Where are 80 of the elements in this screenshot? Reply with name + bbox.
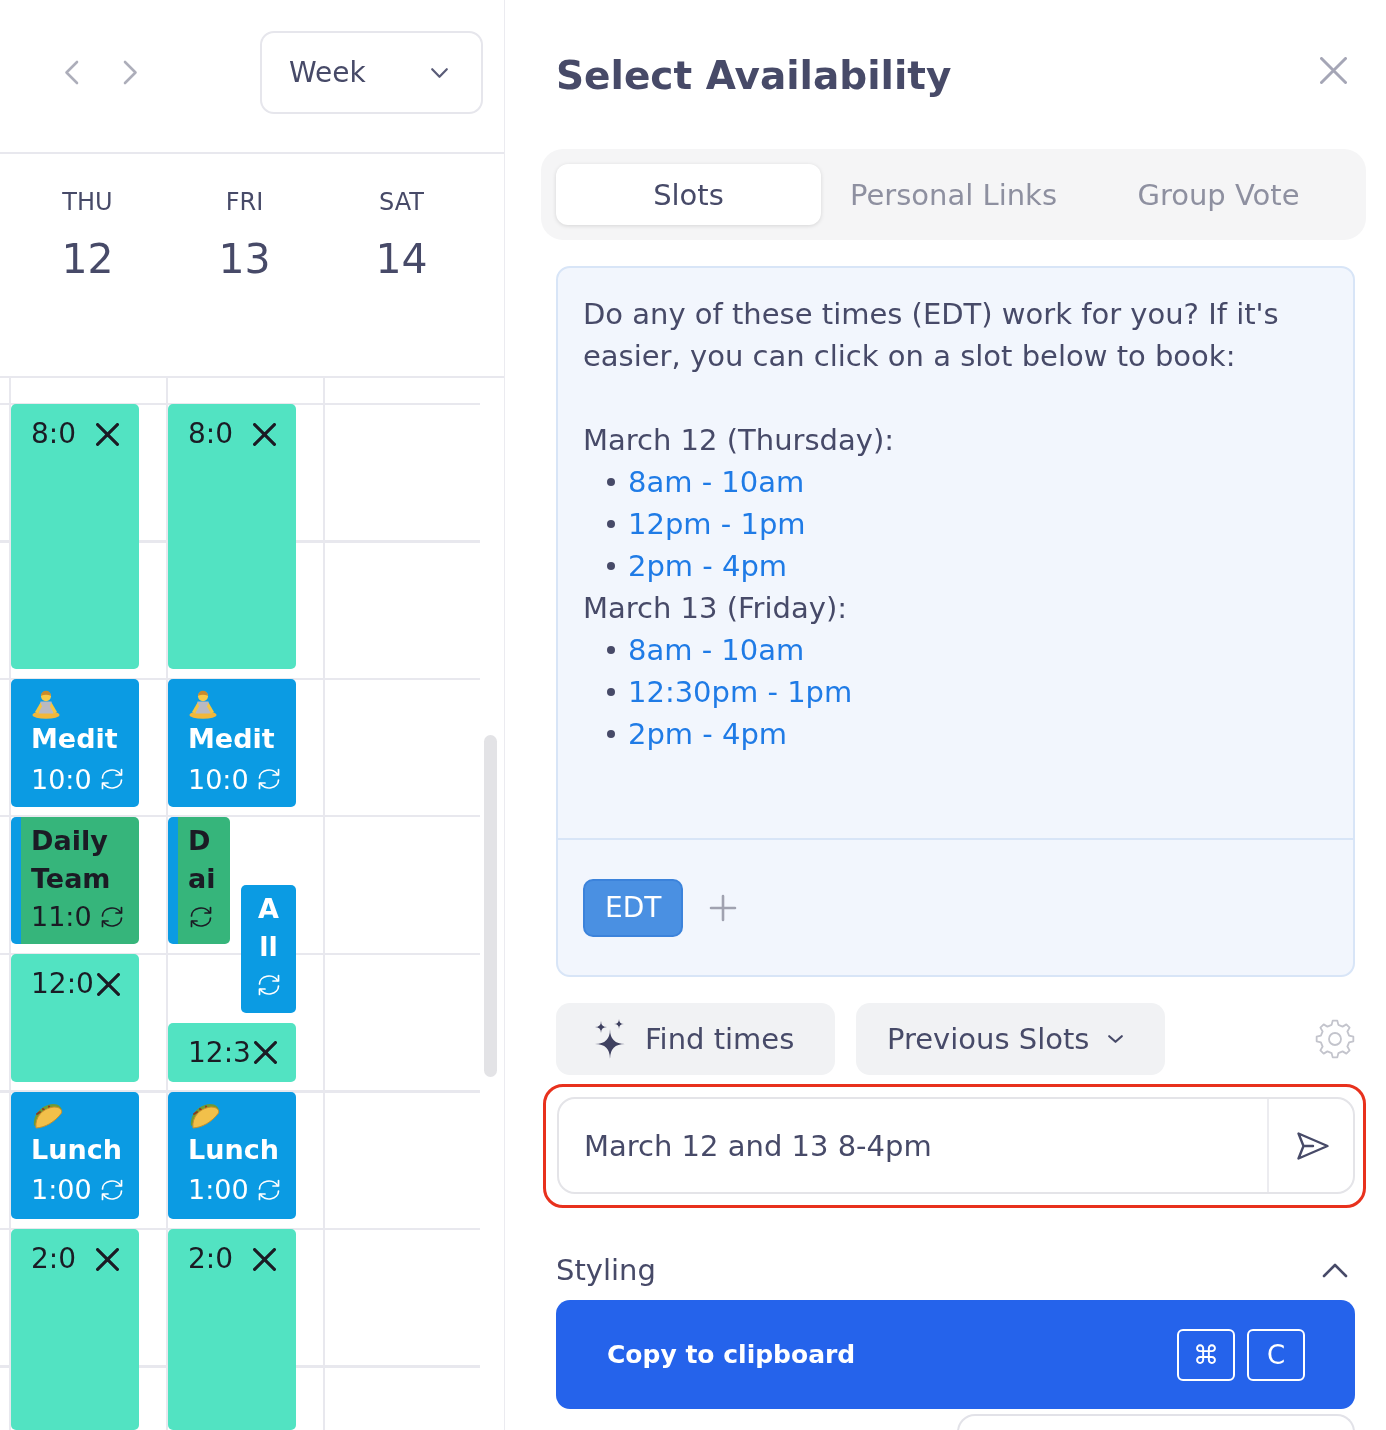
- event-title: All: [257, 892, 280, 965]
- taco-icon: [31, 1101, 63, 1130]
- date-heading: March 13 (Friday):: [583, 590, 849, 627]
- time-slot-block[interactable]: 8:0: [168, 404, 296, 669]
- close-icon[interactable]: [253, 422, 276, 446]
- chevron-down-icon: [1107, 1034, 1125, 1044]
- event-time: 10:0: [188, 763, 250, 795]
- view-dropdown[interactable]: Week: [260, 31, 483, 114]
- calendar-event[interactable]: Medit 10:0: [168, 679, 296, 807]
- event-title: Lunch: [188, 1132, 280, 1167]
- shortcut-key: ⌘: [1177, 1328, 1235, 1381]
- copy-button[interactable]: Copy to clipboard ⌘ C: [556, 1300, 1355, 1409]
- tab[interactable]: Slots: [556, 164, 821, 225]
- event-time: 10:0: [31, 763, 93, 795]
- calendar-event[interactable]: Medit 10:0: [11, 679, 139, 807]
- send-icon[interactable]: [1296, 1130, 1330, 1161]
- previous-slots-dropdown[interactable]: Previous Slots: [856, 1003, 1165, 1075]
- bullet-icon: [607, 730, 615, 738]
- calendar-event[interactable]: Daily Team 11:0: [11, 816, 139, 944]
- date-number: 12: [61, 234, 114, 285]
- time-slot-block[interactable]: 12:0: [11, 954, 139, 1082]
- date-heading: March 12 (Thursday):: [583, 422, 895, 459]
- tab[interactable]: Personal Links: [821, 164, 1086, 225]
- weekday-label: FRI: [225, 187, 264, 218]
- close-icon[interactable]: [96, 1247, 119, 1271]
- prompt-input[interactable]: March 12 and 13 8-4pm: [557, 1097, 1355, 1194]
- slot-time: 12:3: [188, 1034, 251, 1071]
- slot-time: 12:0: [31, 966, 94, 1002]
- bullet-icon: [607, 646, 615, 654]
- event-time: 11:0: [31, 901, 93, 932]
- event-title: Lunch: [31, 1132, 123, 1167]
- shortcut-key: C: [1247, 1328, 1305, 1381]
- date-number: 14: [375, 234, 428, 285]
- bullet-icon: [607, 562, 615, 570]
- time-slot-block[interactable]: 2:0: [11, 1229, 139, 1430]
- time-slot-link[interactable]: 8am - 10am: [628, 461, 805, 503]
- bullet-icon: [607, 520, 615, 528]
- timezone-chip[interactable]: EDT: [583, 878, 684, 937]
- event-title: Dai: [188, 823, 217, 896]
- date-number: 13: [218, 234, 271, 285]
- slot-time: 8:0: [31, 416, 78, 452]
- time-slot-link[interactable]: 8am - 10am: [628, 629, 805, 671]
- close-icon[interactable]: [253, 1247, 276, 1271]
- close-icon[interactable]: [96, 972, 120, 996]
- bullet-icon: [607, 688, 615, 696]
- panel-title: Select Availability: [556, 52, 952, 100]
- slot-time: 8:0: [188, 416, 235, 452]
- calendar-event[interactable]: Lunch 1:00: [168, 1091, 296, 1219]
- message-text: Do any of these times (EDT) work for you? If it's easier, you can click on a slot below to book:: [583, 296, 1280, 375]
- bullet-icon: [607, 478, 615, 486]
- time-slot-link[interactable]: 2pm - 4pm: [628, 713, 788, 755]
- calendar-event[interactable]: All: [241, 885, 296, 1013]
- event-title: Daily Team: [31, 823, 112, 896]
- slot-time: 2:0: [31, 1241, 78, 1277]
- time-slot-link[interactable]: 12:30pm - 1pm: [628, 671, 853, 713]
- close-icon[interactable]: [253, 1041, 277, 1065]
- taco-icon: [188, 1101, 220, 1130]
- event-time: 1:00: [188, 1174, 250, 1205]
- event-title: Medit: [188, 722, 276, 756]
- time-slot-block[interactable]: 2:0: [168, 1229, 296, 1430]
- time-slot-link[interactable]: 12pm - 1pm: [628, 503, 806, 545]
- meditating-person-icon: [188, 689, 218, 719]
- slot-time: 2:0: [188, 1241, 235, 1277]
- chevron-up-icon[interactable]: [1322, 1262, 1348, 1278]
- weekday-label: THU: [62, 187, 113, 218]
- time-slot-block[interactable]: 8:0: [11, 404, 139, 669]
- calendar-event[interactable]: Dai: [168, 816, 230, 944]
- time-slot-block[interactable]: 12:3: [168, 1022, 296, 1082]
- find-times-button[interactable]: Find times: [556, 1003, 835, 1075]
- scrollbar-thumb[interactable]: [484, 735, 497, 1077]
- event-title: Medit: [31, 722, 119, 756]
- calendar-event[interactable]: Lunch 1:00: [11, 1091, 139, 1219]
- chevron-down-icon: [430, 66, 449, 79]
- event-time: 1:00: [31, 1174, 93, 1205]
- meditating-person-icon: [31, 689, 61, 719]
- close-icon[interactable]: [96, 422, 119, 446]
- section-label: Styling: [556, 1253, 656, 1287]
- tab[interactable]: Group Vote: [1086, 164, 1351, 225]
- time-slot-link[interactable]: 2pm - 4pm: [628, 545, 788, 587]
- weekday-label: SAT: [379, 187, 424, 218]
